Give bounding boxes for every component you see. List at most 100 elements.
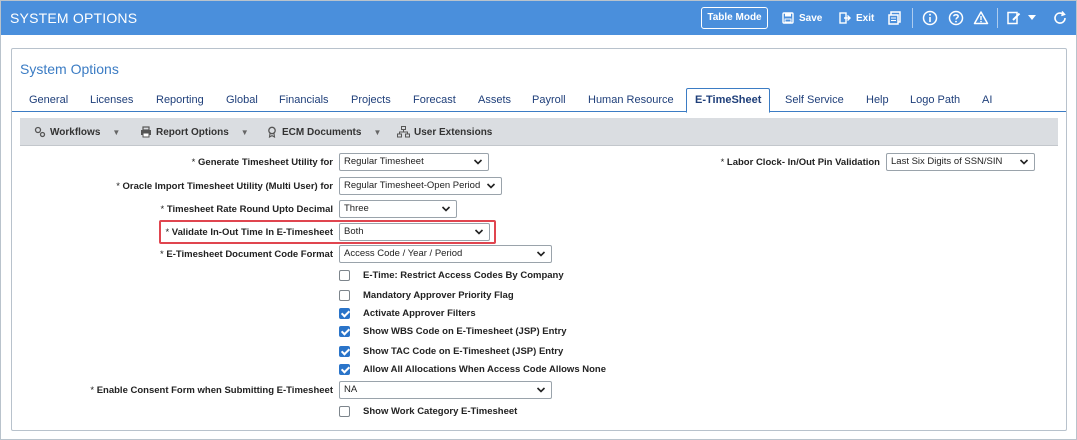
header-bar: SYSTEM OPTIONS Table Mode Save Exit [1,1,1076,35]
tab-bar: General Licenses Reporting Global Financ… [12,88,1066,113]
consent-form-select[interactable]: NA [339,381,552,399]
tab-global[interactable]: Global [226,94,258,106]
refresh-icon[interactable] [1052,10,1068,26]
tab-projects[interactable]: Projects [351,94,391,106]
exit-icon [839,12,851,24]
panel-title: System Options [20,61,119,77]
header-separator [912,8,913,28]
checkbox-label: Activate Approver Filters [363,308,476,319]
caret-down-icon: ▼ [112,127,121,137]
doc-code-format-select[interactable]: Access Code / Year / Period [339,245,552,263]
tab-general[interactable]: General [29,94,68,106]
doc-code-format-label: * E-Timesheet Document Code Format [160,249,333,260]
edit-icon[interactable] [1006,10,1022,26]
warning-icon[interactable] [973,10,989,26]
report-options-menu[interactable]: Report Options ▼ [140,126,249,138]
checkbox-checked[interactable] [339,308,350,319]
required-mark: * [165,227,170,238]
tab-reporting[interactable]: Reporting [156,94,204,106]
checkbox-checked[interactable] [339,346,350,357]
help-icon[interactable] [948,10,964,26]
checkbox-mandatory-approver-priority[interactable]: Mandatory Approver Priority Flag [339,290,514,301]
checkbox-show-wbs-code[interactable]: Show WBS Code on E-Timesheet (JSP) Entry [339,326,567,337]
generate-timesheet-label-text: Generate Timesheet Utility for [198,157,333,168]
tab-payroll[interactable]: Payroll [532,94,566,106]
report-options-label: Report Options [156,126,229,138]
chevron-down-icon[interactable] [1028,15,1036,21]
tab-forecast[interactable]: Forecast [413,94,456,106]
required-mark: * [90,385,95,396]
tab-e-timesheet[interactable]: E-TimeSheet [686,88,771,113]
required-mark: * [720,157,725,168]
labor-clock-value: Last Six Digits of SSN/SIN [891,156,1003,167]
generate-timesheet-label: * Generate Timesheet Utility for [192,157,333,168]
checkbox-label: E-Time: Restrict Access Codes By Company [363,270,564,281]
required-mark: * [191,157,196,168]
oracle-import-label-text: Oracle Import Timesheet Utility (Multi U… [122,181,333,192]
checkbox-label: Allow All Allocations When Access Code A… [363,364,606,375]
save-button[interactable]: Save [782,10,822,26]
checkbox-allow-all-allocations[interactable]: Allow All Allocations When Access Code A… [339,364,606,375]
doc-code-format-value: Access Code / Year / Period [344,248,463,259]
rate-round-value: Three [344,203,369,214]
save-icon [782,12,794,24]
chevron-down-icon [486,183,496,189]
tab-human-resource[interactable]: Human Resource [588,94,674,106]
tab-ai[interactable]: AI [982,94,992,106]
required-mark: * [160,249,164,260]
tab-help[interactable]: Help [866,94,889,106]
oracle-import-value: Regular Timesheet-Open Period [344,180,481,191]
checkbox[interactable] [339,290,350,301]
checkbox-label: Mandatory Approver Priority Flag [363,290,514,301]
info-icon[interactable] [922,10,938,26]
tab-logo-path[interactable]: Logo Path [910,94,960,106]
consent-form-label-text: Enable Consent Form when Submitting E-Ti… [96,385,333,396]
doc-code-format-label-text: E-Timesheet Document Code Format [166,249,333,260]
chevron-down-icon [536,387,546,393]
checkbox-label: Show Work Category E-Timesheet [363,406,518,417]
checkbox-activate-approver-filters[interactable]: Activate Approver Filters [339,308,476,319]
labor-clock-label-text: Labor Clock- In/Out Pin Validation [726,157,880,168]
validate-in-out-select[interactable]: Both [339,223,490,241]
checkbox[interactable] [339,406,350,417]
validate-in-out-value: Both [344,226,364,237]
exit-button[interactable]: Exit [839,10,874,26]
generate-timesheet-value: Regular Timesheet [344,156,424,167]
checkbox-checked[interactable] [339,326,350,337]
checkbox-show-work-category[interactable]: Show Work Category E-Timesheet [339,406,517,417]
rate-round-select[interactable]: Three [339,200,457,218]
checkbox[interactable] [339,270,350,281]
validate-in-out-label-text: Validate In-Out Time In E-Timesheet [171,227,333,238]
labor-clock-select[interactable]: Last Six Digits of SSN/SIN [886,153,1035,171]
workflows-menu[interactable]: Workflows ▼ [34,126,120,138]
oracle-import-select[interactable]: Regular Timesheet-Open Period [339,177,502,195]
tab-self-service[interactable]: Self Service [785,94,844,106]
exit-label: Exit [856,12,875,24]
document-icon [268,126,276,138]
tab-assets[interactable]: Assets [478,94,511,106]
checkbox-restrict-access-codes[interactable]: E-Time: Restrict Access Codes By Company [339,270,564,281]
toolbar: Workflows ▼ Report Options ▼ ECM Documen… [20,118,1058,146]
consent-form-label: * Enable Consent Form when Submitting E-… [90,385,333,396]
checkbox-label: Show WBS Code on E-Timesheet (JSP) Entry [363,326,567,337]
tab-licenses[interactable]: Licenses [90,94,133,106]
workflows-label: Workflows [50,126,101,138]
required-mark: * [160,204,165,215]
copy-icon[interactable] [887,10,903,26]
checkbox-show-tac-code[interactable]: Show TAC Code on E-Timesheet (JSP) Entry [339,346,563,357]
print-icon [141,126,151,138]
ecm-documents-label: ECM Documents [282,126,362,138]
chevron-down-icon [536,251,546,257]
chevron-down-icon [473,159,483,165]
user-extensions-button[interactable]: User Extensions [397,126,492,138]
ecm-documents-menu[interactable]: ECM Documents ▼ [266,126,381,138]
generate-timesheet-select[interactable]: Regular Timesheet [339,153,489,171]
chevron-down-icon [474,229,484,235]
header-separator [997,8,998,28]
chevron-down-icon [441,206,451,212]
page-title: SYSTEM OPTIONS [10,10,138,26]
chevron-down-icon [1019,159,1029,165]
tab-financials[interactable]: Financials [279,94,329,106]
table-mode-button[interactable]: Table Mode [701,7,768,29]
checkbox-checked[interactable] [339,364,350,375]
